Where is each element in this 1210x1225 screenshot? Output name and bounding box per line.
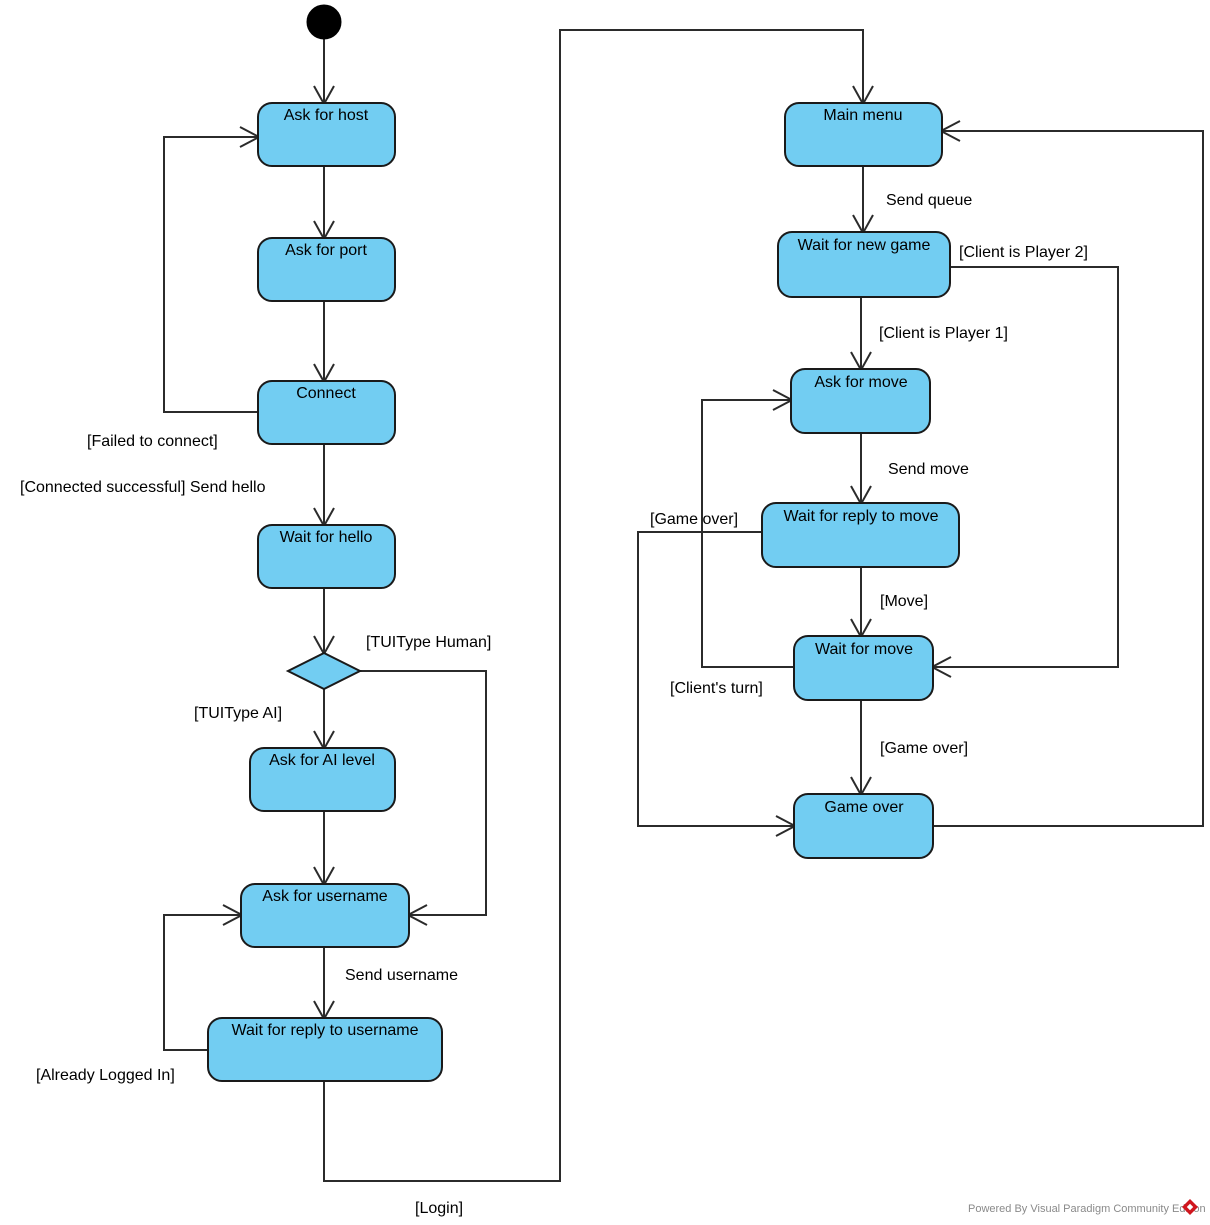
state-label-wait-for-reply-to-username: Wait for reply to username xyxy=(231,1022,418,1039)
transition-hello-to-decision[interactable] xyxy=(313,588,335,657)
edge-label-send-move: Send move xyxy=(888,461,969,478)
transition-send-queue[interactable] xyxy=(852,166,874,236)
state-label-connect: Connect xyxy=(296,385,356,402)
transition-host-to-port[interactable] xyxy=(313,166,335,242)
state-node-wait-for-hello[interactable]: Wait for hello xyxy=(257,524,396,589)
uml-state-diagram-canvas: Ask for host Ask for port Connect Wait f… xyxy=(0,0,1210,1225)
edge-label-login: [Login] xyxy=(415,1200,463,1217)
state-label-wait-for-new-game: Wait for new game xyxy=(798,237,931,254)
state-node-ask-for-username[interactable]: Ask for username xyxy=(240,883,410,948)
edge-label-send-queue: Send queue xyxy=(886,192,972,209)
edge-label-connected-successful: [Connected successful] Send hello xyxy=(20,479,266,496)
transition-failed-to-connect[interactable] xyxy=(163,126,262,413)
transition-tuitype-ai[interactable] xyxy=(313,689,335,752)
edge-label-client-is-player-1: [Client is Player 1] xyxy=(879,325,1008,342)
state-label-ask-for-ai-level: Ask for AI level xyxy=(269,752,375,769)
state-node-connect[interactable]: Connect xyxy=(257,380,396,445)
edge-label-game-over-from-move: [Game over] xyxy=(880,740,968,757)
edge-label-tuitype-ai: [TUIType AI] xyxy=(194,705,282,722)
state-node-ask-for-port[interactable]: Ask for port xyxy=(257,237,396,302)
state-label-ask-for-host: Ask for host xyxy=(284,107,369,124)
transition-move-game-over[interactable] xyxy=(850,700,872,798)
state-node-wait-for-reply-to-username[interactable]: Wait for reply to username xyxy=(207,1017,443,1082)
transition-game-over-to-main-menu[interactable] xyxy=(933,120,1204,827)
transition-move[interactable] xyxy=(850,567,872,640)
edge-label-tuitype-human: [TUIType Human] xyxy=(366,634,491,651)
state-node-ask-for-move[interactable]: Ask for move xyxy=(790,368,931,434)
transition-login[interactable] xyxy=(323,29,874,1182)
edge-label-send-username: Send username xyxy=(345,967,458,984)
state-label-ask-for-username: Ask for username xyxy=(262,888,387,905)
state-node-wait-for-reply-to-move[interactable]: Wait for reply to move xyxy=(761,502,960,568)
transition-send-username[interactable] xyxy=(313,947,335,1022)
state-node-wait-for-move[interactable]: Wait for move xyxy=(793,635,934,701)
transition-ailevel-to-username[interactable] xyxy=(313,811,335,888)
transition-init-to-ask-for-host[interactable] xyxy=(313,39,335,107)
state-node-wait-for-new-game[interactable]: Wait for new game xyxy=(777,231,951,298)
state-label-wait-for-hello: Wait for hello xyxy=(280,529,373,546)
transition-connected-successful[interactable] xyxy=(313,444,335,529)
watermark: Powered By Visual Paradigm Community Edi… xyxy=(968,1199,1206,1215)
transition-client-is-player-1[interactable] xyxy=(850,297,872,373)
edge-label-move: [Move] xyxy=(880,593,928,610)
diagram-svg: Ask for host Ask for port Connect Wait f… xyxy=(20,4,1206,1217)
transition-send-move[interactable] xyxy=(850,433,872,507)
edge-label-failed-to-connect: [Failed to connect] xyxy=(87,433,218,450)
edges-layer xyxy=(163,29,1204,1182)
initial-pseudostate-icon xyxy=(306,4,342,40)
state-node-main-menu[interactable]: Main menu xyxy=(784,102,943,167)
state-label-wait-for-reply-to-move: Wait for reply to move xyxy=(783,508,938,525)
edge-label-clients-turn: [Client's turn] xyxy=(670,680,763,697)
state-label-ask-for-port: Ask for port xyxy=(285,242,367,259)
edge-labels-layer: [Failed to connect] [Connected successfu… xyxy=(20,192,1088,1217)
nodes-layer: Ask for host Ask for port Connect Wait f… xyxy=(207,4,960,1082)
edge-label-already-logged-in: [Already Logged In] xyxy=(36,1067,175,1084)
edge-label-client-is-player-2: [Client is Player 2] xyxy=(959,244,1088,261)
state-label-wait-for-move: Wait for move xyxy=(815,641,913,658)
state-node-game-over[interactable]: Game over xyxy=(793,793,934,859)
edge-label-game-over-from-reply: [Game over] xyxy=(650,511,738,528)
state-label-game-over: Game over xyxy=(824,799,904,816)
transition-port-to-connect[interactable] xyxy=(313,301,335,385)
decision-diamond-node[interactable] xyxy=(285,651,363,691)
state-label-ask-for-move: Ask for move xyxy=(814,374,907,391)
watermark-label: Powered By Visual Paradigm Community Edi… xyxy=(968,1203,1206,1215)
state-node-ask-for-host[interactable]: Ask for host xyxy=(257,102,396,167)
state-node-ask-for-ai-level[interactable]: Ask for AI level xyxy=(249,747,396,812)
state-label-main-menu: Main menu xyxy=(823,107,902,124)
